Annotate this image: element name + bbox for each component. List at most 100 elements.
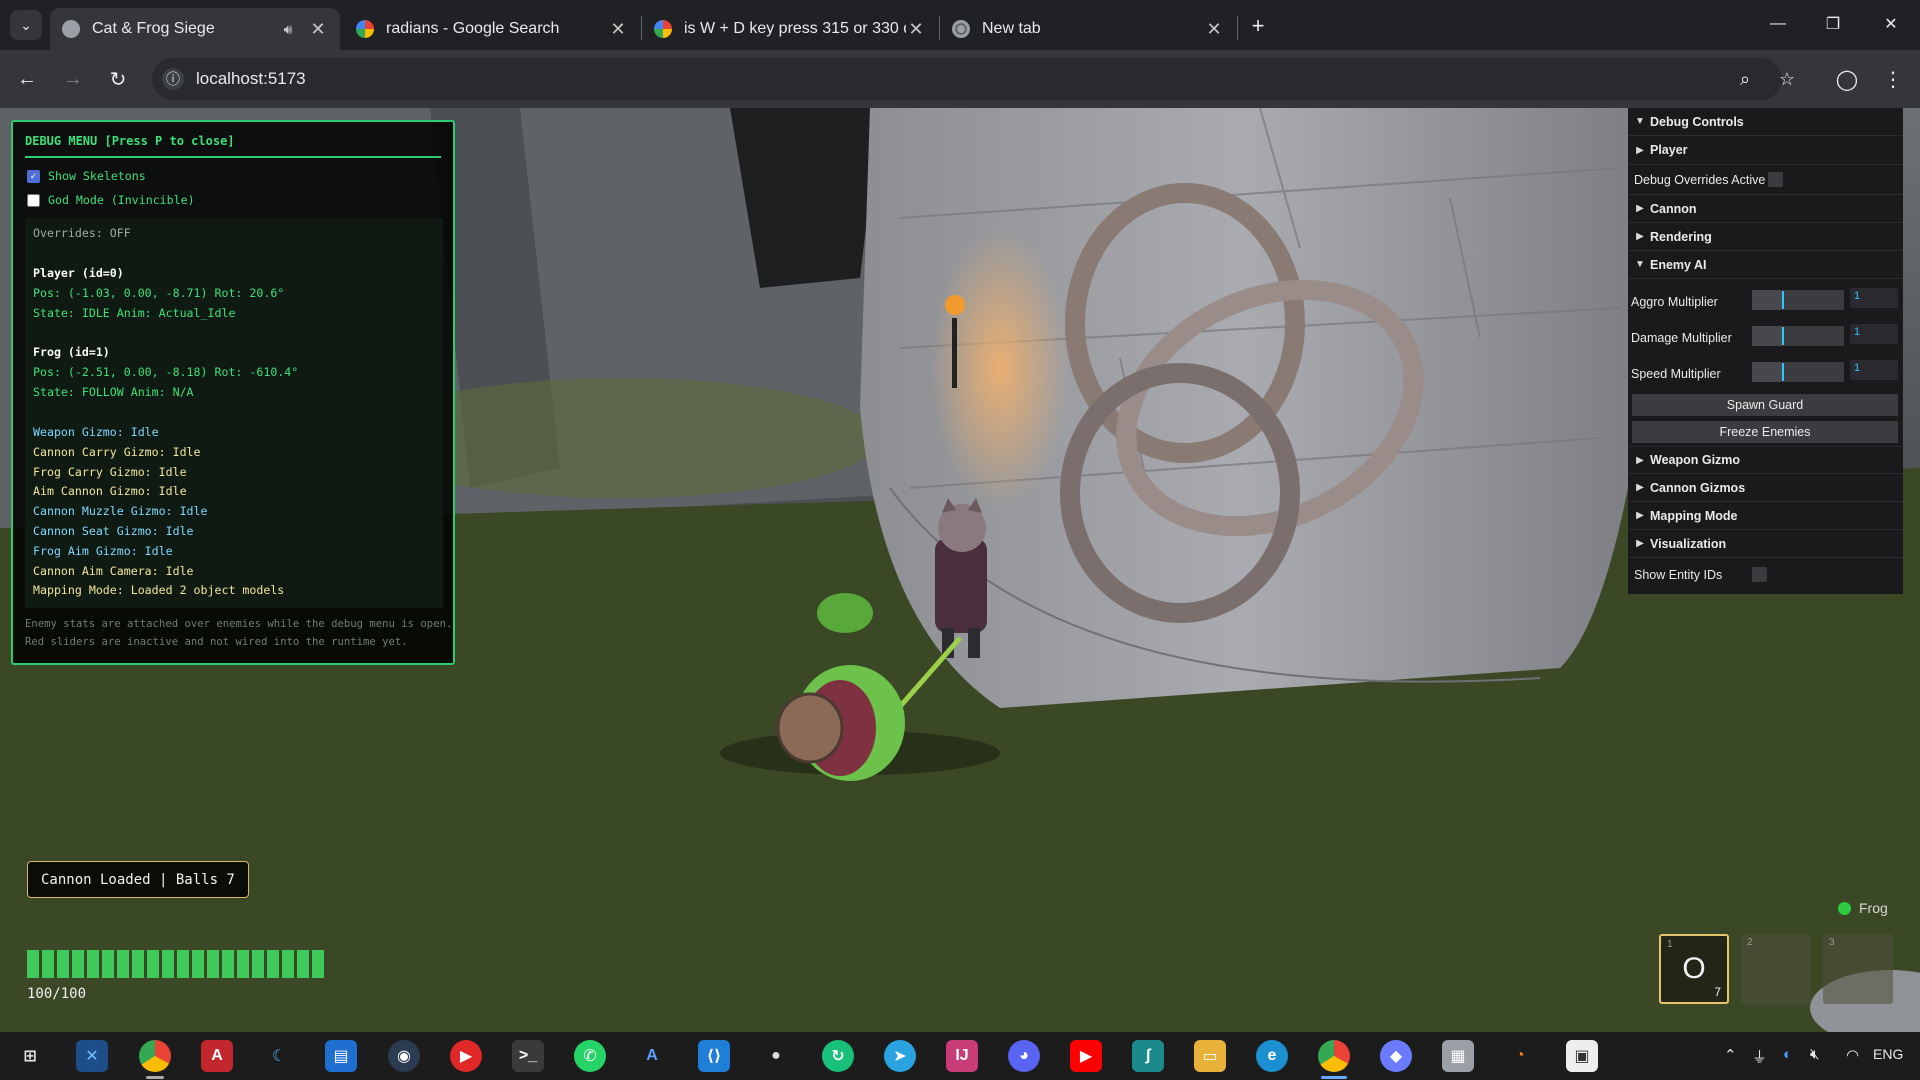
folder-visualization[interactable]: ▶ Visualization <box>1628 530 1903 558</box>
aggro-multiplier-input[interactable]: 1 <box>1850 288 1898 308</box>
chevron-right-icon: ▶ <box>1636 203 1644 214</box>
damage-multiplier-input[interactable]: 1 <box>1850 324 1898 344</box>
chevron-right-icon: ▶ <box>1636 144 1644 156</box>
app-a-icon[interactable]: A <box>636 1040 668 1072</box>
speed-multiplier-input[interactable]: 1 <box>1850 360 1898 380</box>
address-bar[interactable]: ⓘ localhost:5173 ⌕ ☆ <box>152 58 1795 100</box>
tab-search-button[interactable]: ⌄ <box>10 10 42 40</box>
wifi-icon[interactable]: ◠ <box>1846 1046 1859 1064</box>
plug-icon[interactable]: ⏚ <box>1752 1046 1767 1067</box>
debug-overrides-label: Debug Overrides Active <box>1634 172 1766 187</box>
folder-cannon-gizmos[interactable]: ▶ Cannon Gizmos <box>1628 474 1903 502</box>
inventory-slot-3[interactable]: 3 <box>1823 934 1893 1004</box>
tray-chevron-up-icon[interactable]: ⌃ <box>1724 1046 1737 1064</box>
freeze-enemies-button[interactable]: Freeze Enemies <box>1632 421 1898 443</box>
companion-status: Frog <box>1838 900 1888 916</box>
url-text[interactable]: localhost:5173 <box>196 69 306 89</box>
aggro-multiplier-slider[interactable] <box>1752 290 1844 310</box>
game-viewport[interactable]: DEBUG MENU [Press P to close] ✓ Show Ske… <box>0 108 1920 1032</box>
inventory-slot-1[interactable]: 1 O 7 <box>1659 934 1729 1004</box>
volume-muted-icon[interactable]: 🔇︎ <box>1810 1046 1819 1063</box>
show-skeletons-checkbox[interactable]: ✓ Show Skeletons <box>27 169 146 183</box>
acrobat-icon[interactable]: A <box>201 1040 233 1072</box>
spawn-guard-button[interactable]: Spawn Guard <box>1632 394 1898 416</box>
close-icon[interactable]: ✕ <box>1204 19 1224 40</box>
language-indicator[interactable]: ENG <box>1873 1046 1903 1062</box>
file-explorer-icon[interactable]: ▭ <box>1194 1040 1226 1072</box>
close-icon[interactable]: ✕ <box>308 19 328 40</box>
inventory-slot-2[interactable]: 2 <box>1741 934 1811 1004</box>
tab-radians-search[interactable]: radians - Google Search ✕ <box>344 8 640 50</box>
sync-icon[interactable]: ↻ <box>822 1040 854 1072</box>
debug-footer-note: Red sliders are inactive and not wired i… <box>25 636 408 648</box>
chat-app-icon[interactable]: ◆ <box>1380 1040 1412 1072</box>
close-icon[interactable]: ✕ <box>906 19 926 40</box>
minimize-button[interactable]: — <box>1755 6 1801 42</box>
slider-handle[interactable] <box>1782 363 1784 381</box>
app-s-icon[interactable]: ʃ <box>1132 1040 1164 1072</box>
edge-icon[interactable]: e <box>1256 1040 1288 1072</box>
damage-multiplier-slider[interactable] <box>1752 326 1844 346</box>
health-bar-segment <box>87 950 99 978</box>
health-bar-segment <box>297 950 309 978</box>
back-button[interactable]: ← <box>12 64 42 94</box>
torch-flame <box>945 295 965 315</box>
bookmark-star-icon[interactable]: ☆ <box>1774 66 1800 92</box>
tab-title: is W + D key press 315 or 330 d <box>684 20 906 37</box>
discord-icon[interactable]: ◕ <box>1008 1040 1040 1072</box>
folder-rendering[interactable]: ▶ Rendering <box>1628 223 1903 251</box>
blender-icon[interactable]: ◔ <box>1504 1040 1536 1072</box>
steam-icon[interactable]: ◉ <box>388 1040 420 1072</box>
plus-icon: + <box>1251 13 1265 38</box>
show-entity-ids-checkbox[interactable] <box>1752 567 1767 582</box>
check-icon[interactable]: ✓ <box>27 169 40 183</box>
folder-debug-controls[interactable]: ▼ Debug Controls <box>1628 108 1903 136</box>
windows-start-icon[interactable]: ⊞ <box>14 1040 46 1072</box>
youtube-icon[interactable]: ▶ <box>1070 1040 1102 1072</box>
app-x-icon[interactable]: ✕ <box>76 1040 108 1072</box>
slider-handle[interactable] <box>1782 291 1784 309</box>
health-bar-segment <box>312 950 324 978</box>
tab-new-tab[interactable]: New tab ✕ <box>940 8 1236 50</box>
profile-button[interactable]: ◯ <box>1832 64 1862 94</box>
chrome-icon[interactable] <box>139 1040 171 1072</box>
jetbrains-icon[interactable]: IJ <box>946 1040 978 1072</box>
folder-mapping-mode[interactable]: ▶ Mapping Mode <box>1628 502 1903 530</box>
zoom-icon[interactable]: ⌕ <box>1732 66 1758 92</box>
kebab-menu-icon: ⋮ <box>1883 68 1903 91</box>
terminal-icon[interactable]: >_ <box>512 1040 544 1072</box>
folder-weapon-gizmo[interactable]: ▶ Weapon Gizmo <box>1628 446 1903 474</box>
slider-handle[interactable] <box>1782 327 1784 345</box>
app-window-icon[interactable]: ▣ <box>1566 1040 1598 1072</box>
speed-multiplier-slider[interactable] <box>1752 362 1844 382</box>
tab-separator <box>1237 16 1238 40</box>
tab-key-press-search[interactable]: is W + D key press 315 or 330 d ✕ <box>642 8 938 50</box>
restore-button[interactable]: ❐ <box>1810 6 1856 42</box>
forward-button[interactable]: → <box>58 64 88 94</box>
penguin-icon[interactable]: ● <box>760 1040 792 1072</box>
telegram-icon[interactable]: ➤ <box>884 1040 916 1072</box>
close-icon[interactable]: ✕ <box>608 19 628 40</box>
checkbox-box[interactable] <box>27 193 40 207</box>
document-icon[interactable]: ▤ <box>325 1040 357 1072</box>
app-crescent-icon[interactable]: ☾ <box>263 1040 295 1072</box>
chrome-icon[interactable] <box>1318 1040 1350 1072</box>
chevron-right-icon: ▶ <box>1636 510 1644 521</box>
whatsapp-icon[interactable]: ✆ <box>574 1040 606 1072</box>
menu-button[interactable]: ⋮ <box>1878 64 1908 94</box>
reload-button[interactable]: ↻ <box>103 64 133 94</box>
god-mode-checkbox[interactable]: God Mode (Invincible) <box>27 193 195 207</box>
close-window-button[interactable]: ✕ <box>1868 6 1914 42</box>
folder-player[interactable]: ▶ Player <box>1628 136 1903 165</box>
site-info-icon[interactable]: ⓘ <box>162 68 184 90</box>
folder-cannon[interactable]: ▶ Cannon <box>1628 195 1903 223</box>
speaker-icon[interactable]: 🔊︎ <box>276 21 300 38</box>
tab-cat-frog-siege[interactable]: Cat & Frog Siege 🔊︎ ✕ <box>50 8 340 50</box>
folder-enemy-ai[interactable]: ▼ Enemy AI <box>1628 251 1903 279</box>
new-tab-button[interactable]: + <box>1244 12 1272 40</box>
network-app-icon[interactable]: ▦ <box>1442 1040 1474 1072</box>
vscode-icon[interactable]: ⟨⟩ <box>698 1040 730 1072</box>
google-drive-icon[interactable]: ◐ <box>1783 1046 1792 1063</box>
media-player-icon[interactable]: ▶ <box>450 1040 482 1072</box>
debug-overrides-checkbox[interactable] <box>1768 172 1783 187</box>
